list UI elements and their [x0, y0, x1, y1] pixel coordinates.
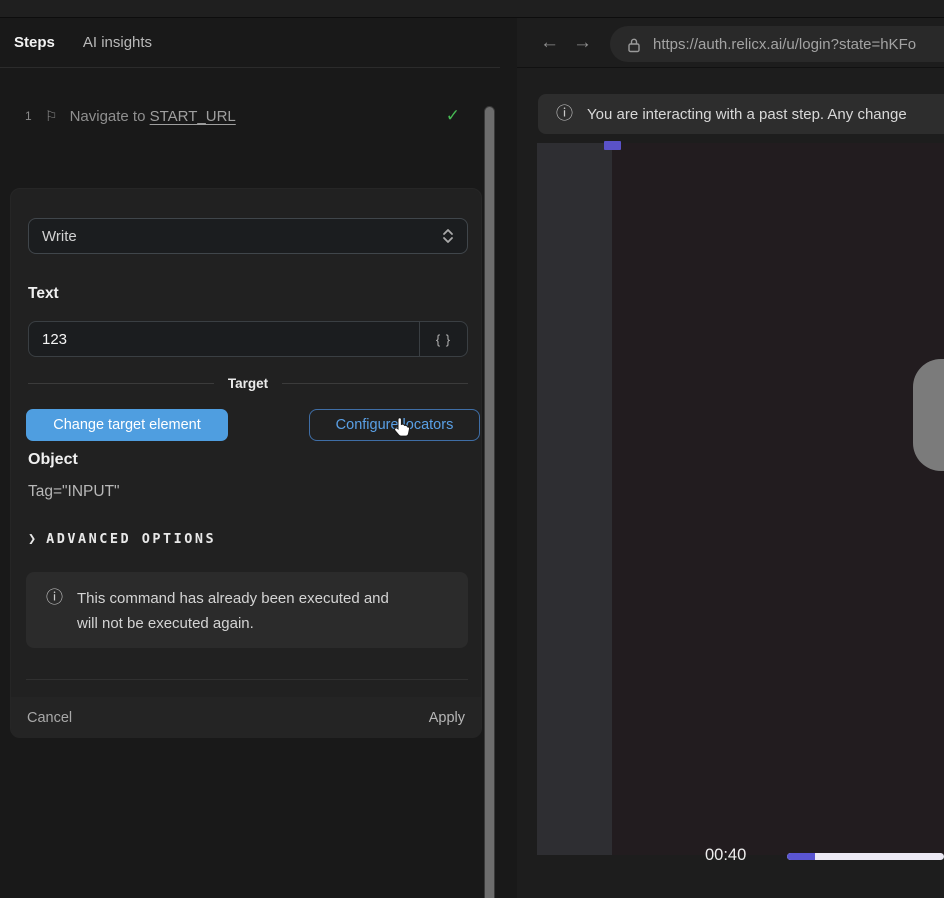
app-window: Steps AI insights 1 ⚐ Navigate to START_… — [0, 0, 944, 898]
page-sidebar-strip — [537, 143, 612, 855]
step-marker — [604, 141, 621, 150]
target-divider: Target — [28, 375, 468, 391]
past-step-banner-text: You are interacting with a past step. An… — [587, 106, 907, 123]
target-buttons-row: Change target element Configure locators — [26, 409, 478, 441]
browser-toolbar: ← → https://auth.relicx.ai/u/login?state… — [517, 18, 944, 68]
target-label: Target — [228, 376, 268, 391]
footer-divider — [26, 679, 468, 680]
window-top-strip — [0, 0, 944, 18]
object-label: Object — [28, 451, 78, 469]
panel-tabbar: Steps AI insights — [0, 18, 500, 68]
apply-button[interactable]: Apply — [429, 710, 465, 726]
info-icon: ⓘ — [46, 586, 63, 610]
divider-line — [28, 383, 214, 384]
tab-steps[interactable]: Steps — [14, 34, 55, 51]
configure-locators-button[interactable]: Configure locators — [309, 409, 480, 441]
card-footer: Cancel Apply — [11, 697, 481, 738]
timeline-progress-bar[interactable] — [787, 853, 944, 860]
url-bar[interactable]: https://auth.relicx.ai/u/login?state=hKF… — [610, 26, 944, 62]
advanced-options-toggle[interactable]: ❯ ADVANCED OPTIONS — [28, 531, 216, 547]
executed-info-box: ⓘ This command has already been executed… — [26, 572, 468, 648]
tab-ai-insights[interactable]: AI insights — [83, 34, 152, 51]
step-success-check-icon: ✓ — [446, 106, 460, 126]
variable-braces-button[interactable]: { } — [420, 322, 467, 356]
panel-scrollbar-thumb[interactable] — [484, 106, 495, 898]
timeline-progress-fill — [787, 853, 815, 860]
browser-panel: ← → https://auth.relicx.ai/u/login?state… — [517, 18, 944, 898]
flag-icon: ⚐ — [45, 108, 58, 125]
start-url-link[interactable]: START_URL — [150, 108, 236, 125]
text-input[interactable]: 123 — [29, 322, 420, 356]
steps-panel: Steps AI insights 1 ⚐ Navigate to START_… — [0, 18, 517, 898]
past-step-banner: ⓘ You are interacting with a past step. … — [538, 94, 944, 134]
action-type-value: Write — [42, 228, 442, 245]
advanced-options-label: ADVANCED OPTIONS — [46, 531, 216, 547]
forward-icon[interactable]: → — [573, 32, 592, 54]
text-field-label: Text — [28, 285, 59, 303]
divider-line — [282, 383, 468, 384]
step-row-1[interactable]: 1 ⚐ Navigate to START_URL ✓ — [0, 100, 482, 132]
object-value: Tag="INPUT" — [28, 483, 120, 501]
executed-info-text: This command has already been executed a… — [77, 586, 407, 636]
chevron-right-icon: ❯ — [28, 531, 36, 547]
side-handle[interactable] — [913, 359, 944, 471]
select-chevron-icon — [442, 227, 454, 245]
lock-icon — [627, 37, 641, 53]
change-target-element-button[interactable]: Change target element — [26, 409, 228, 441]
action-type-select[interactable]: Write — [28, 218, 468, 254]
url-text: https://auth.relicx.ai/u/login?state=hKF… — [653, 36, 916, 53]
cancel-button[interactable]: Cancel — [27, 710, 72, 726]
timeline-time: 00:40 — [705, 846, 746, 865]
text-input-group: 123 { } — [28, 321, 468, 357]
step-editor-card: Write Text 123 { } Target Change target … — [10, 188, 482, 738]
info-icon: ⓘ — [556, 102, 573, 126]
back-icon[interactable]: ← — [540, 32, 559, 54]
page-screenshot[interactable] — [612, 143, 944, 855]
step-number: 1 — [25, 109, 37, 123]
step-action-label: Navigate to START_URL — [70, 108, 236, 125]
